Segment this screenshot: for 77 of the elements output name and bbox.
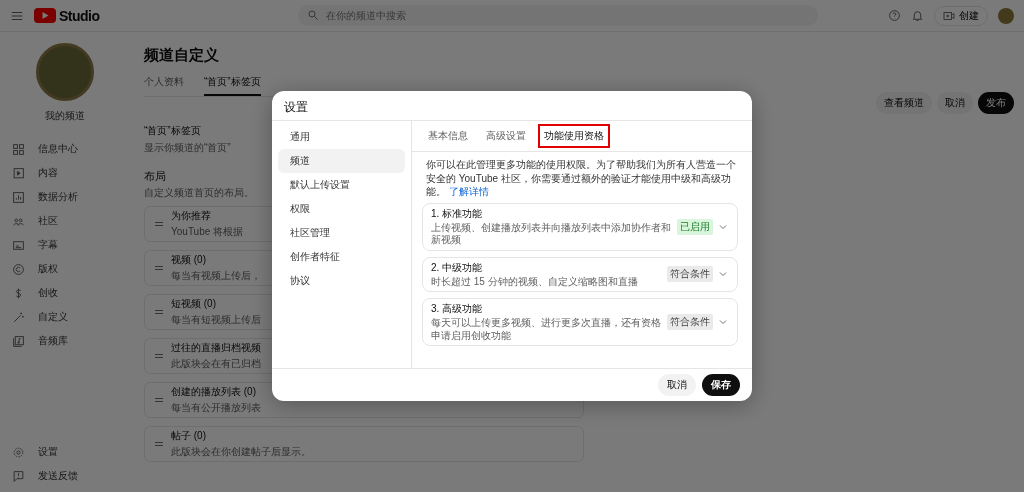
cancel-button[interactable]: 取消 [658,374,696,396]
sidebar-item[interactable]: 设置 [38,445,58,459]
feature-card[interactable]: 1. 标准功能 上传视频、创建播放列表并向播放列表中添加协作者和新视频 已启用 [422,202,738,251]
chart-icon[interactable] [12,190,25,204]
channel-name: 我的频道 [45,109,85,123]
sidebar-item[interactable]: 数据分析 [38,190,78,204]
dashboard-icon[interactable] [12,142,25,156]
channel-avatar[interactable] [36,43,94,101]
feature-title: 1. 标准功能 [431,206,484,221]
tab[interactable]: “首页”标签页 [204,75,261,96]
settings-nav-item[interactable]: 权限 [278,197,405,221]
avatar[interactable] [998,7,1014,24]
sidebar-item[interactable]: 发送反馈 [38,469,78,483]
create-button[interactable]: 创建 [934,5,988,26]
feature-description: 上传视频、创建播放列表并向播放列表中添加协作者和新视频 [431,221,672,247]
tab[interactable]: 个人资料 [144,75,184,96]
section-description: YouTube 将根据 [171,225,244,239]
section-description: 显示你频道的“首页” [144,141,231,155]
sidebar-item[interactable]: 字幕 [38,238,58,252]
feedback-icon[interactable] [12,469,25,483]
feature-card[interactable]: 3. 高级功能 每天可以上传更多视频、进行更多次直播，还有资格申请启用创收功能 符合条件 [422,298,738,346]
settings-nav-item[interactable]: 社区管理 [278,221,405,245]
feature-description: 时长超过 15 分钟的视频、自定义缩略图和直播 [431,275,638,288]
logo-icon [34,8,56,23]
tab[interactable]: 基本信息 [422,124,474,148]
settings-nav-item[interactable]: 通用 [278,125,405,149]
dialog-title: 设置 [284,99,308,116]
save-button[interactable]: 保存 [702,374,740,396]
feature-title: 3. 高级功能 [431,302,484,316]
logo-text: Studio [59,7,100,24]
sidebar-item[interactable]: 信息中心 [38,142,78,156]
music-library-icon[interactable] [12,334,25,348]
copyright-icon[interactable] [12,262,25,276]
section-name: 过往的直播归档视频 [171,341,261,355]
tab[interactable]: 功能使用资格 [538,124,610,148]
help-icon[interactable] [888,9,901,22]
settings-nav-item[interactable]: 协议 [278,269,405,293]
sidebar-item[interactable]: 内容 [38,166,58,180]
action-button[interactable]: 取消 [937,92,973,114]
sidebar-item[interactable]: 音频库 [38,334,68,348]
page-title: 频道自定义 [144,46,219,65]
search-icon [306,9,319,21]
tab[interactable]: 高级设置 [480,124,532,148]
status-badge: 符合条件 [667,314,713,330]
layout-title: 布局 [144,169,166,184]
sidebar-item[interactable]: 创收 [38,286,58,300]
intro-text: 你可以在此管理更多功能的使用权限。为了帮助我们为所有人营造一个安全的 YouTube 社区，你需要通过额外的验证才能使用中级和高级功能。 了解详情 [425,158,737,199]
bell-icon[interactable] [911,9,924,22]
settings-icon[interactable] [12,445,25,459]
section-name: 创建的播放列表 (0) [171,385,256,399]
section-description: 此版块会在你创建帖子后显示。 [171,445,311,459]
settings-nav-item[interactable]: 频道 [278,149,405,173]
sidebar-item[interactable]: 社区 [38,214,58,228]
section-name: 为你推荐 [171,209,211,223]
video-icon[interactable] [12,166,25,180]
publish-button[interactable]: 发布 [978,92,1014,114]
feature-title: 2. 中级功能 [431,260,484,275]
section-name: 视频 (0) [171,253,206,267]
learn-more-link[interactable]: 了解详情 [448,186,489,197]
status-badge: 符合条件 [667,266,713,283]
sidebar-item[interactable]: 版权 [38,262,58,276]
settings-nav-item[interactable]: 默认上传设置 [278,173,405,197]
status-badge: 已启用 [677,218,713,235]
layout-description: 自定义频道首页的布局。 [144,186,254,200]
magic-wand-icon[interactable] [12,310,25,324]
subtitles-icon[interactable] [12,238,25,252]
feature-description: 每天可以上传更多视频、进行更多次直播，还有资格申请启用创收功能 [431,317,662,342]
action-button[interactable]: 查看频道 [876,92,932,114]
section-description: 每当有公开播放列表 [171,401,261,415]
settings-nav-item[interactable]: 创作者特征 [278,245,405,269]
section-title: “首页”标签页 [144,124,201,138]
sidebar-item[interactable]: 自定义 [38,310,68,324]
section-name: 短视频 (0) [171,297,216,311]
feature-card[interactable]: 2. 中级功能 时长超过 15 分钟的视频、自定义缩略图和直播 符合条件 [422,256,738,292]
camera-plus-icon [943,9,955,22]
section-description: 此版块会在有已归档 [171,357,261,371]
section-name: 帖子 (0) [171,429,206,443]
